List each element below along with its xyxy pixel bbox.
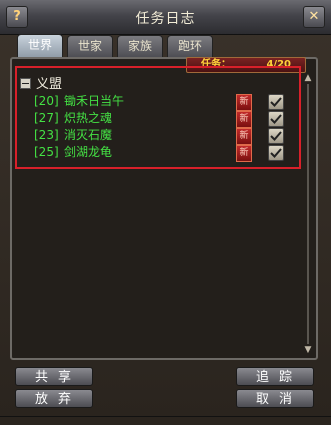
cancel-button[interactable]: 取消 [236,389,314,408]
title-bar: ? 任务日志 ✕ [0,0,331,35]
new-badge: 新 [236,145,252,162]
new-badge: 新 [236,111,252,128]
quest-row[interactable]: [27] 炽热之魂 新 [34,110,294,128]
scroll-up-icon[interactable]: ▲ [303,74,313,83]
tab-family-clan[interactable]: 世家 [67,35,113,57]
abandon-button[interactable]: 放弃 [15,389,93,408]
quest-name[interactable]: 锄禾日当午 [64,93,124,110]
new-badge: 新 [236,94,252,111]
tab-loop[interactable]: 跑环 [167,35,213,57]
quest-name[interactable]: 剑湖龙龟 [64,144,112,161]
quest-row[interactable]: [25] 剑湖龙龟 新 [34,144,294,162]
track-checkbox[interactable] [268,145,284,161]
track-checkbox[interactable] [268,111,284,127]
share-button[interactable]: 共享 [15,367,93,386]
new-badge: 新 [236,128,252,145]
quest-row[interactable]: [20] 锄禾日当午 新 [34,93,294,111]
track-button[interactable]: 追踪 [236,367,314,386]
tab-household[interactable]: 家族 [117,35,163,57]
quest-level: [27] [34,111,59,125]
track-checkbox[interactable] [268,94,284,110]
group-collapse-toggle[interactable] [20,78,31,89]
tab-world[interactable]: 世界 [17,34,63,58]
quest-row[interactable]: [23] 消灭石魔 新 [34,127,294,145]
window-title: 任务日志 [135,11,196,27]
quest-name[interactable]: 消灭石魔 [64,127,112,144]
quest-level: [20] [34,94,59,108]
quest-level: [25] [34,145,59,159]
quest-group-name[interactable]: 义盟 [36,73,62,92]
scroll-down-icon[interactable]: ▼ [303,346,313,355]
track-checkbox[interactable] [268,128,284,144]
quest-name[interactable]: 炽热之魂 [64,110,112,127]
scroll-track[interactable] [307,84,309,344]
close-button[interactable]: ✕ [303,6,325,28]
quest-level: [23] [34,128,59,142]
quest-log-window: ? 任务日志 ✕ 世界 世家 家族 跑环 任务： 4/20 义盟 [20] 锄禾… [0,0,331,425]
scrollbar[interactable]: ▲ ▼ [303,74,313,356]
